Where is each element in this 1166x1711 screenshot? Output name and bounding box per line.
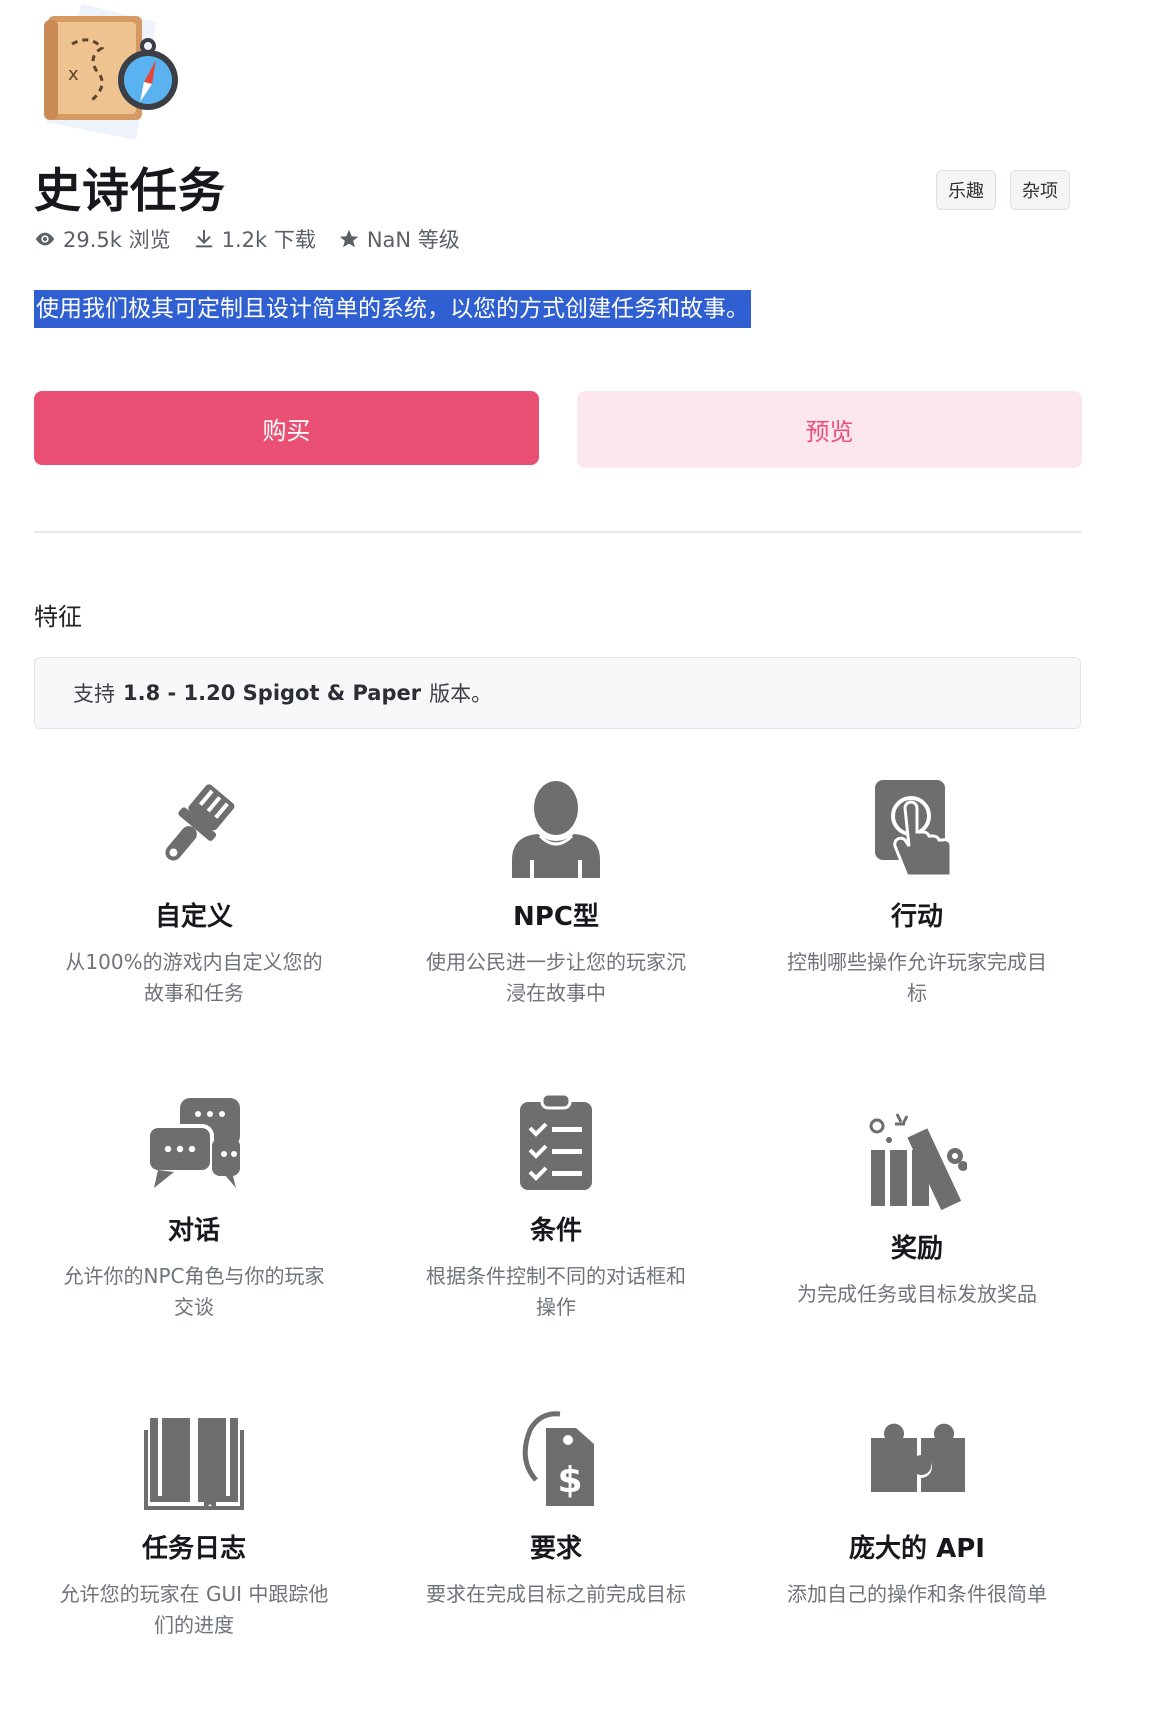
pointer-icon: [875, 780, 953, 878]
feature-card: NPC型 使用公民进一步让您的玩家沉浸在故事中: [406, 778, 706, 1009]
feature-card: $ 要求 要求在完成目标之前完成目标: [406, 1410, 706, 1610]
features-heading: 特征: [34, 603, 82, 631]
feature-card: 条件 根据条件控制不同的对话框和操作: [406, 1092, 706, 1323]
eye-icon: [35, 232, 55, 246]
version-notice: 支持 1.8 - 1.20 Spigot & Paper 版本。: [34, 657, 1081, 729]
feature-title: 行动: [890, 902, 943, 932]
star-icon: [339, 229, 359, 248]
product-page: x 史诗任务 乐趣 杂项 29.5k 浏览 1.2k 下载 NaN 等级 使用我…: [0, 0, 1166, 1711]
feature-desc: 允许你的NPC角色与你的玩家交谈: [63, 1264, 325, 1319]
feature-title: 条件: [529, 1216, 582, 1246]
notice-prefix: 支持: [73, 682, 115, 706]
feature-desc: 允许您的玩家在 GUI 中跟踪他们的进度: [59, 1582, 329, 1637]
puzzle-icon: [871, 1423, 965, 1492]
tag-list: 乐趣 杂项: [936, 170, 1070, 210]
product-description: 使用我们极其可定制且设计简单的系统，以您的方式创建任务和故事。: [34, 290, 751, 328]
feature-desc: 根据条件控制不同的对话框和操作: [426, 1264, 686, 1319]
stats-bar: 29.5k 浏览 1.2k 下载 NaN 等级: [34, 224, 460, 254]
rating-value: NaN 等级: [366, 228, 460, 252]
feature-desc: 为完成任务或目标发放奖品: [797, 1282, 1037, 1306]
feature-desc: 使用公民进一步让您的玩家沉浸在故事中: [426, 950, 686, 1005]
feature-desc: 要求在完成目标之前完成目标: [426, 1582, 686, 1606]
views-stat: 29.5k 浏览: [34, 224, 171, 254]
tag-fun[interactable]: 乐趣: [936, 170, 996, 210]
notice-versions: 1.8 - 1.20 Spigot & Paper: [123, 681, 422, 705]
feature-card: 行动 控制哪些操作允许玩家完成目标: [767, 778, 1067, 1009]
feature-desc: 添加自己的操作和条件很简单: [787, 1582, 1047, 1606]
page-title: 史诗任务: [34, 164, 226, 219]
rating-stat: NaN 等级: [338, 224, 460, 254]
map-compass-logo: x: [44, 4, 178, 140]
downloads-stat: 1.2k 下载: [193, 224, 316, 254]
feature-title: 对话: [167, 1216, 220, 1246]
download-icon: [195, 229, 212, 248]
views-count: 29.5k 浏览: [63, 228, 171, 252]
price-tag-icon: $: [522, 1411, 594, 1506]
feature-title: 奖励: [890, 1234, 943, 1264]
tag-misc[interactable]: 杂项: [1010, 170, 1070, 210]
buy-button[interactable]: 购买: [34, 391, 539, 465]
preview-button[interactable]: 预览: [577, 391, 1082, 468]
feature-desc: 控制哪些操作允许玩家完成目标: [787, 950, 1047, 1005]
feature-desc: 从100%的游戏内自定义您的故事和任务: [65, 950, 323, 1005]
feature-title: 庞大的 API: [849, 1534, 985, 1564]
feature-card: 奖励 为完成任务或目标发放奖品: [767, 1110, 1067, 1310]
downloads-count: 1.2k 下载: [221, 228, 316, 252]
feature-card: 庞大的 API 添加自己的操作和条件很简单: [767, 1410, 1067, 1610]
notice-suffix: 版本。: [429, 682, 493, 706]
feature-title: 要求: [529, 1534, 582, 1564]
comments-icon: [146, 1098, 240, 1188]
book-icon: [144, 1418, 244, 1510]
user-icon: [512, 781, 600, 878]
feature-title: 任务日志: [141, 1534, 246, 1564]
paintbrush-icon: [165, 784, 235, 861]
clipboard-list-icon: [520, 1092, 592, 1190]
feature-title: 自定义: [154, 902, 233, 932]
feature-card: 对话 允许你的NPC角色与你的玩家交谈: [44, 1092, 344, 1323]
feature-title: NPC型: [513, 902, 599, 932]
svg-text:$: $: [557, 1460, 582, 1501]
feature-card: 自定义 从100%的游戏内自定义您的故事和任务: [44, 778, 344, 1009]
gift-icon: [869, 1113, 967, 1210]
svg-text:x: x: [68, 64, 79, 85]
feature-card: 任务日志 允许您的玩家在 GUI 中跟踪他们的进度: [44, 1410, 344, 1641]
section-divider: [34, 531, 1081, 533]
